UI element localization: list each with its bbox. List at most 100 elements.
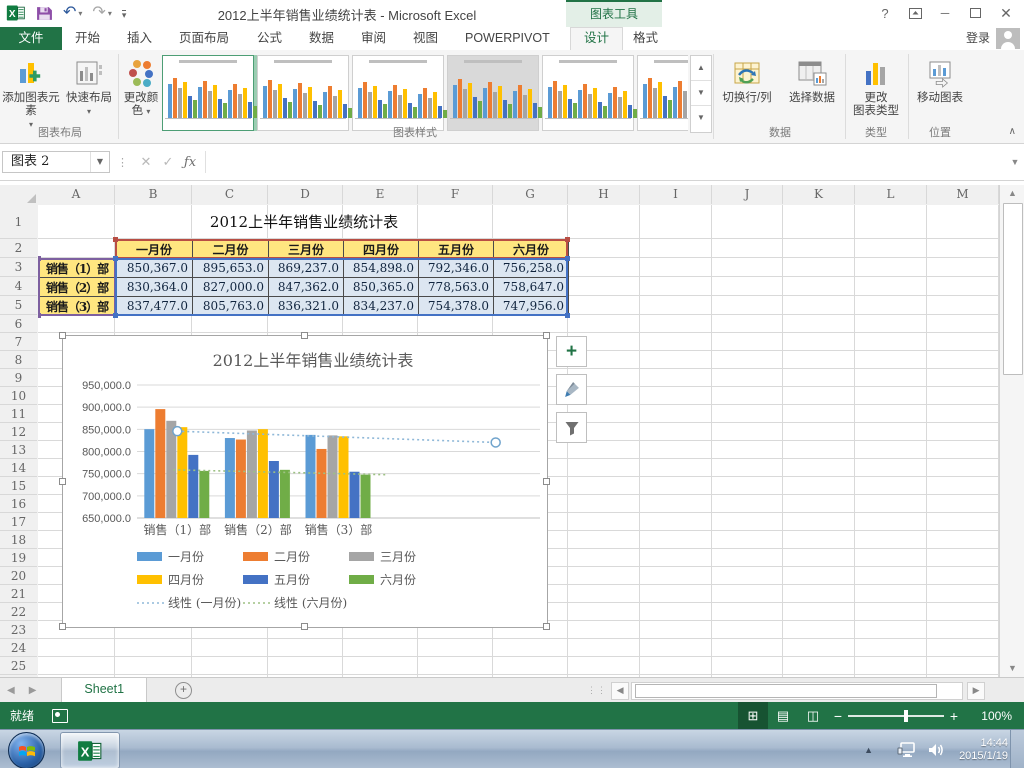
chart-style-thumbnail-1[interactable]	[162, 55, 257, 131]
gallery-scroll-up-icon[interactable]: ▲	[691, 56, 711, 81]
row-header-5[interactable]: 5	[0, 296, 37, 315]
values-range-handle[interactable]	[113, 313, 118, 318]
month-header-cell[interactable]: 三月份	[268, 239, 344, 259]
row-header-17[interactable]: 17	[0, 513, 37, 531]
tab-formulas[interactable]: 公式	[244, 27, 295, 50]
tab-data[interactable]: 数据	[296, 27, 347, 50]
vertical-scrollbar[interactable]: ▲ ▼	[999, 185, 1024, 677]
column-header-L[interactable]: L	[855, 185, 927, 204]
zoom-slider-thumb[interactable]	[904, 709, 908, 722]
collapse-ribbon-icon[interactable]: ∧	[1009, 126, 1016, 137]
month-header-cell[interactable]: 四月份	[343, 239, 419, 259]
data-cell[interactable]: 850,365.0	[343, 277, 419, 297]
row-header-6[interactable]: 6	[0, 315, 37, 333]
legend-label[interactable]: 五月份	[274, 573, 310, 587]
legend-swatch-三月份[interactable]	[349, 552, 374, 561]
column-header-C[interactable]: C	[192, 185, 268, 204]
formula-bar-splitter[interactable]: ⋮	[117, 156, 128, 169]
column-header-B[interactable]: B	[115, 185, 192, 204]
column-header-H[interactable]: H	[568, 185, 640, 204]
start-button[interactable]	[8, 732, 45, 768]
macro-record-icon[interactable]	[52, 708, 69, 723]
zoom-slider[interactable]	[848, 709, 944, 722]
bar-三月份-2[interactable]	[246, 430, 257, 518]
legend-swatch-二月份[interactable]	[243, 552, 268, 561]
data-cell[interactable]: 834,237.0	[343, 296, 419, 316]
data-cell[interactable]: 836,321.0	[268, 296, 344, 316]
column-header-J[interactable]: J	[712, 185, 783, 204]
column-header-E[interactable]: E	[343, 185, 418, 204]
help-button[interactable]: ?	[872, 4, 898, 22]
chart-style-thumbnail-3[interactable]	[352, 55, 447, 131]
row-header-9[interactable]: 9	[0, 369, 37, 387]
bar-一月份-2[interactable]	[224, 438, 235, 518]
chart-selection-handle[interactable]	[543, 332, 550, 339]
gallery-more-icon[interactable]: ▼	[691, 106, 711, 130]
horizontal-scroll-thumb[interactable]	[635, 683, 938, 698]
view-normal-button[interactable]: ⊞	[738, 702, 768, 729]
row-header-3[interactable]: 3	[0, 258, 37, 277]
insert-function-icon[interactable]: ƒx	[179, 155, 201, 170]
bar-二月份-1[interactable]	[155, 409, 166, 518]
sheet-title-cell[interactable]: 2012上半年销售业绩统计表	[115, 205, 493, 239]
chart-style-thumbnail-2[interactable]	[257, 55, 352, 131]
column-header-K[interactable]: K	[783, 185, 855, 204]
chart-selection-handle[interactable]	[301, 623, 308, 630]
bar-一月份-3[interactable]	[305, 434, 316, 518]
legend-swatch-四月份[interactable]	[137, 575, 162, 584]
data-cell[interactable]: 869,237.0	[268, 258, 344, 278]
hscroll-left-icon[interactable]: ◀	[611, 681, 630, 700]
chart-elements-button[interactable]: +	[556, 336, 587, 367]
sheet-tab-sheet1[interactable]: Sheet1	[61, 678, 148, 703]
row-header-13[interactable]: 13	[0, 441, 37, 459]
chart-selection-handle[interactable]	[301, 332, 308, 339]
zoom-level-label[interactable]: 100%	[964, 709, 1012, 723]
chart-style-thumbnail-4[interactable]	[447, 55, 542, 131]
bar-五月份-3[interactable]	[349, 471, 360, 518]
new-sheet-button[interactable]: +	[175, 682, 193, 699]
taskbar-excel-button[interactable]: X	[60, 732, 120, 768]
horizontal-scrollbar[interactable]	[631, 681, 964, 700]
embedded-chart[interactable]: 2012上半年销售业绩统计表 950,000.0 900,000.0 850,000.…	[59, 332, 550, 630]
legend-swatch-一月份[interactable]	[137, 552, 162, 561]
row-header-20[interactable]: 20	[0, 567, 37, 585]
show-desktop-button[interactable]	[1010, 730, 1024, 768]
view-page-layout-button[interactable]: ▤	[768, 702, 798, 729]
tab-view[interactable]: 视图	[400, 27, 451, 50]
gallery-scrollbar[interactable]: ▲ ▼ ▼	[690, 55, 712, 133]
category-range-handle[interactable]	[38, 313, 41, 318]
data-cell[interactable]: 792,346.0	[418, 258, 494, 278]
row-header-7[interactable]: 7	[0, 333, 37, 351]
row-header-4[interactable]: 4	[0, 277, 37, 296]
scrollbar-resize-handle[interactable]: ⋮⋮	[587, 685, 607, 696]
values-range-handle[interactable]	[565, 313, 570, 318]
row-header-11[interactable]: 11	[0, 405, 37, 423]
row-header-22[interactable]: 22	[0, 603, 37, 621]
enter-icon[interactable]: ✓	[157, 154, 179, 170]
column-header-G[interactable]: G	[493, 185, 568, 204]
sign-in-link[interactable]: 登录	[966, 27, 990, 50]
ribbon-display-options-button[interactable]	[902, 4, 928, 22]
row-header-25[interactable]: 25	[0, 657, 37, 675]
sheet-nav-right-icon[interactable]: ▶	[22, 685, 44, 696]
network-icon[interactable]	[897, 741, 917, 758]
bar-二月份-3[interactable]	[316, 448, 327, 518]
tab-file[interactable]: 文件	[0, 27, 62, 50]
sheet-nav-left-icon[interactable]: ◀	[0, 685, 22, 696]
bar-五月份-2[interactable]	[268, 461, 279, 518]
tab-review[interactable]: 审阅	[348, 27, 399, 50]
tab-home[interactable]: 开始	[62, 27, 113, 50]
data-cell[interactable]: 747,956.0	[493, 296, 569, 316]
zoom-in-button[interactable]: +	[944, 708, 964, 724]
trendline-endpoint-handle[interactable]	[172, 425, 183, 437]
values-range-handle[interactable]	[565, 256, 570, 261]
close-button[interactable]: ✕	[992, 4, 1020, 22]
bar-五月份-1[interactable]	[188, 454, 199, 518]
chart-style-gallery[interactable]	[162, 55, 688, 131]
legend-label[interactable]: 四月份	[168, 573, 204, 587]
legend-label[interactable]: 二月份	[274, 550, 310, 564]
bar-四月份-3[interactable]	[338, 436, 349, 518]
hidden-icons-button[interactable]: ▲	[864, 745, 873, 755]
formula-bar-expand-icon[interactable]: ▼	[1006, 157, 1024, 167]
formula-input[interactable]	[205, 151, 1006, 173]
